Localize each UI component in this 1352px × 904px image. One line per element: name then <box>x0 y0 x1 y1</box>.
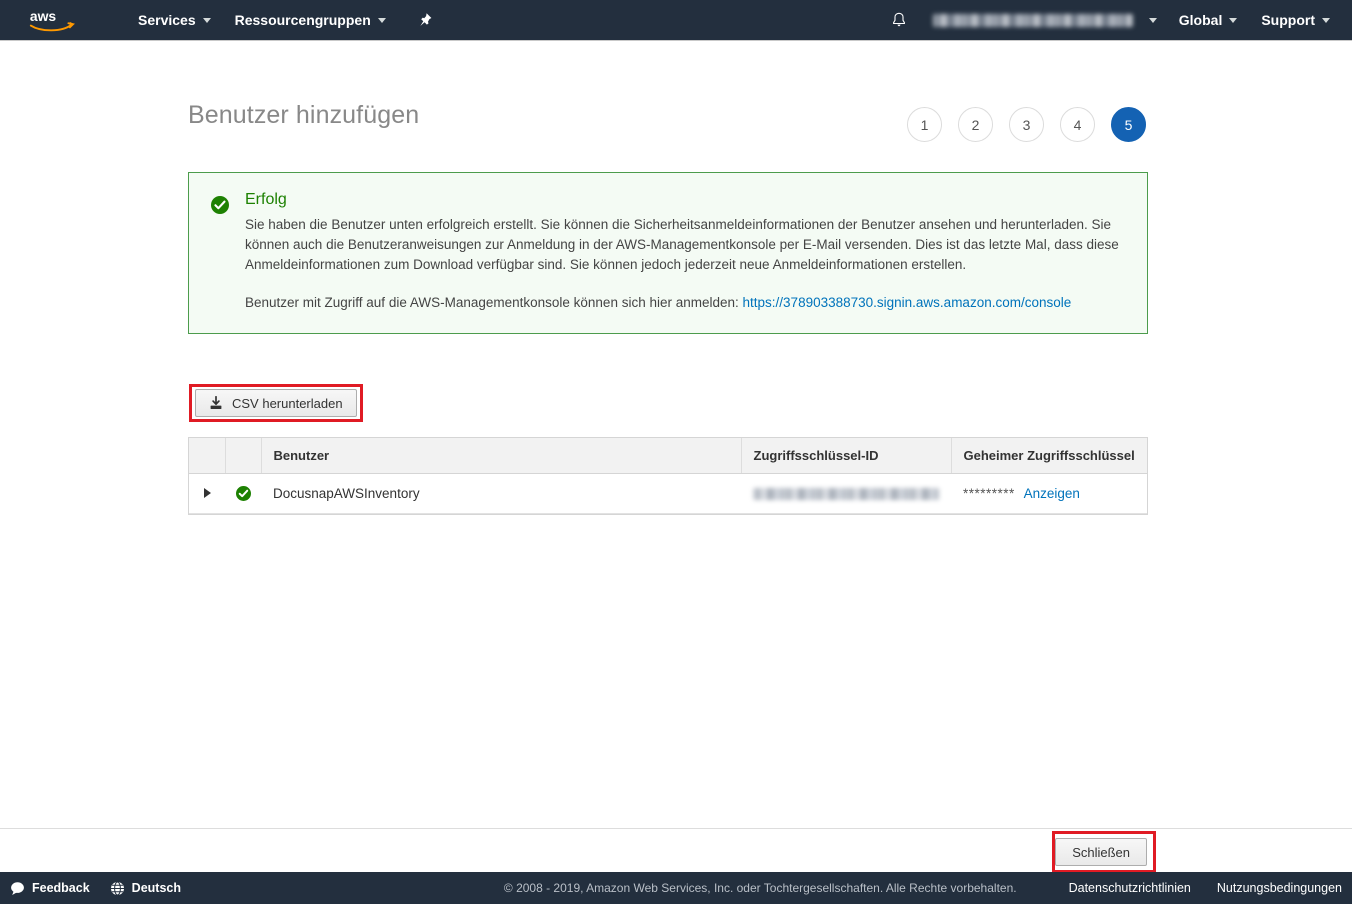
speech-bubble-icon <box>10 881 25 896</box>
alert-signin-prefix: Benutzer mit Zugriff auf die AWS-Managem… <box>245 295 739 310</box>
footer-left-group: Feedback Deutsch <box>10 881 201 896</box>
bell-icon[interactable] <box>885 0 913 40</box>
aws-logo[interactable]: aws <box>26 7 82 33</box>
wizard-step-5[interactable]: 5 <box>1111 107 1146 142</box>
alert-signin-line: Benutzer mit Zugriff auf die AWS-Managem… <box>245 293 1125 313</box>
success-alert: Erfolg Sie haben die Benutzer unten erfo… <box>188 172 1148 334</box>
page-footer: Feedback Deutsch © 2008 - 2019, Amazon W… <box>0 872 1352 904</box>
footer-right-group: © 2008 - 2019, Amazon Web Services, Inc.… <box>504 881 1342 895</box>
show-secret-key-link[interactable]: Anzeigen <box>1024 486 1080 501</box>
feedback-link[interactable]: Feedback <box>10 881 90 896</box>
nav-resource-groups[interactable]: Ressourcengruppen <box>223 0 398 40</box>
column-header-access-key-id[interactable]: Zugriffsschlüssel-ID <box>741 438 952 474</box>
wizard-step-indicator: 1 2 3 4 5 <box>907 107 1146 142</box>
account-name-redacted <box>932 13 1133 27</box>
support-menu[interactable]: Support <box>1249 0 1342 40</box>
main-content: Benutzer hinzufügen 1 2 3 4 5 Erfolg Sie… <box>0 40 1352 904</box>
close-button[interactable]: Schließen <box>1055 838 1147 866</box>
column-header-user[interactable]: Benutzer <box>261 438 742 474</box>
chevron-down-icon <box>1322 17 1330 23</box>
created-users-table: Benutzer Zugriffsschlüssel-ID Geheimer Z… <box>188 437 1148 515</box>
privacy-policy-link[interactable]: Datenschutzrichtlinien <box>1069 881 1191 895</box>
globe-icon <box>110 881 125 896</box>
svg-text:aws: aws <box>30 8 57 24</box>
wizard-step-2[interactable]: 2 <box>958 107 993 142</box>
nav-right-group: Global Support <box>885 0 1352 40</box>
download-icon <box>209 396 223 410</box>
chevron-down-icon <box>1148 17 1157 23</box>
access-key-id-redacted <box>753 487 939 500</box>
chevron-down-icon <box>377 17 386 23</box>
alert-body-text: Sie haben die Benutzer unten erfolgreich… <box>245 217 1119 272</box>
column-header-status <box>225 438 262 474</box>
support-label: Support <box>1261 12 1315 28</box>
success-check-icon <box>211 196 229 214</box>
row-expand-cell[interactable] <box>189 473 225 514</box>
nav-services-label: Services <box>138 12 196 28</box>
row-access-key-id <box>741 473 951 514</box>
row-user-name: DocusnapAWSInventory <box>261 473 741 514</box>
language-label: Deutsch <box>131 881 181 895</box>
wizard-step-3[interactable]: 3 <box>1009 107 1044 142</box>
table-row: DocusnapAWSInventory ********* Anzeigen <box>189 473 1147 514</box>
top-navigation-bar: aws Services Ressourcengruppen Global Su… <box>0 0 1352 40</box>
row-status-cell <box>225 473 261 514</box>
copyright-text: © 2008 - 2019, Amazon Web Services, Inc.… <box>503 881 1017 895</box>
terms-of-use-link[interactable]: Nutzungsbedingungen <box>1217 881 1342 895</box>
column-header-expand <box>189 438 226 474</box>
wizard-step-4[interactable]: 4 <box>1060 107 1095 142</box>
region-label: Global <box>1178 12 1223 28</box>
nav-resource-groups-label: Ressourcengruppen <box>234 12 371 28</box>
feedback-label: Feedback <box>32 881 90 895</box>
column-header-secret-key[interactable]: Geheimer Zugriffsschlüssel <box>951 438 1147 474</box>
table-header-row: Benutzer Zugriffsschlüssel-ID Geheimer Z… <box>189 438 1147 474</box>
alert-title: Erfolg <box>245 191 287 208</box>
chevron-down-icon <box>202 17 211 23</box>
secret-key-mask: ********* <box>963 485 1015 501</box>
wizard-step-1[interactable]: 1 <box>907 107 942 142</box>
pin-icon[interactable] <box>416 11 434 29</box>
download-csv-button[interactable]: CSV herunterladen <box>195 389 357 417</box>
success-check-icon <box>235 485 251 501</box>
download-csv-label: CSV herunterladen <box>232 395 343 411</box>
bottom-divider <box>0 828 1352 829</box>
chevron-right-icon[interactable] <box>203 487 211 498</box>
console-signin-link[interactable]: https://378903388730.signin.aws.amazon.c… <box>743 295 1072 310</box>
row-secret-key: ********* Anzeigen <box>951 473 1147 514</box>
account-menu[interactable] <box>913 0 1167 40</box>
chevron-down-icon <box>1229 17 1238 23</box>
nav-services[interactable]: Services <box>126 0 223 40</box>
language-link[interactable]: Deutsch <box>110 881 181 896</box>
page-title: Benutzer hinzufügen <box>188 101 420 129</box>
region-menu[interactable]: Global <box>1167 0 1250 40</box>
